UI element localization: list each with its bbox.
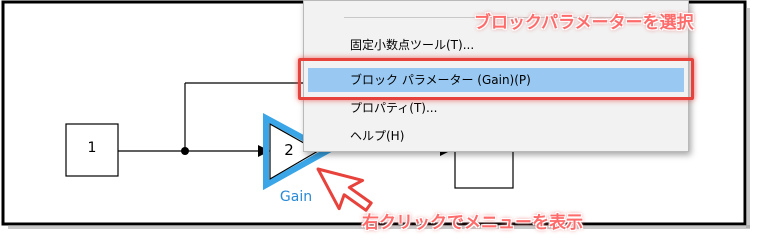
menu-item-help[interactable]: ヘルプ(H) — [308, 124, 684, 148]
simulink-canvas[interactable]: 1 2 Gain 固定小数点ツール(T)... ブロック パラメーター (Gai… — [0, 0, 768, 248]
constant-block-value: 1 — [87, 140, 97, 156]
annotation-right-click-menu: 右クリックでメニューを表示 — [362, 213, 583, 233]
annotation-select-block-parameter: ブロックパラメーターを選択 — [474, 13, 694, 33]
gain-block-value: 2 — [284, 141, 294, 159]
menu-item-fixed-point-tool[interactable]: 固定小数点ツール(T)... — [308, 33, 684, 57]
gain-block-name[interactable]: Gain — [270, 189, 322, 205]
selection-highlight-box — [298, 58, 694, 100]
canvas-shadow-right — [746, 8, 750, 228]
